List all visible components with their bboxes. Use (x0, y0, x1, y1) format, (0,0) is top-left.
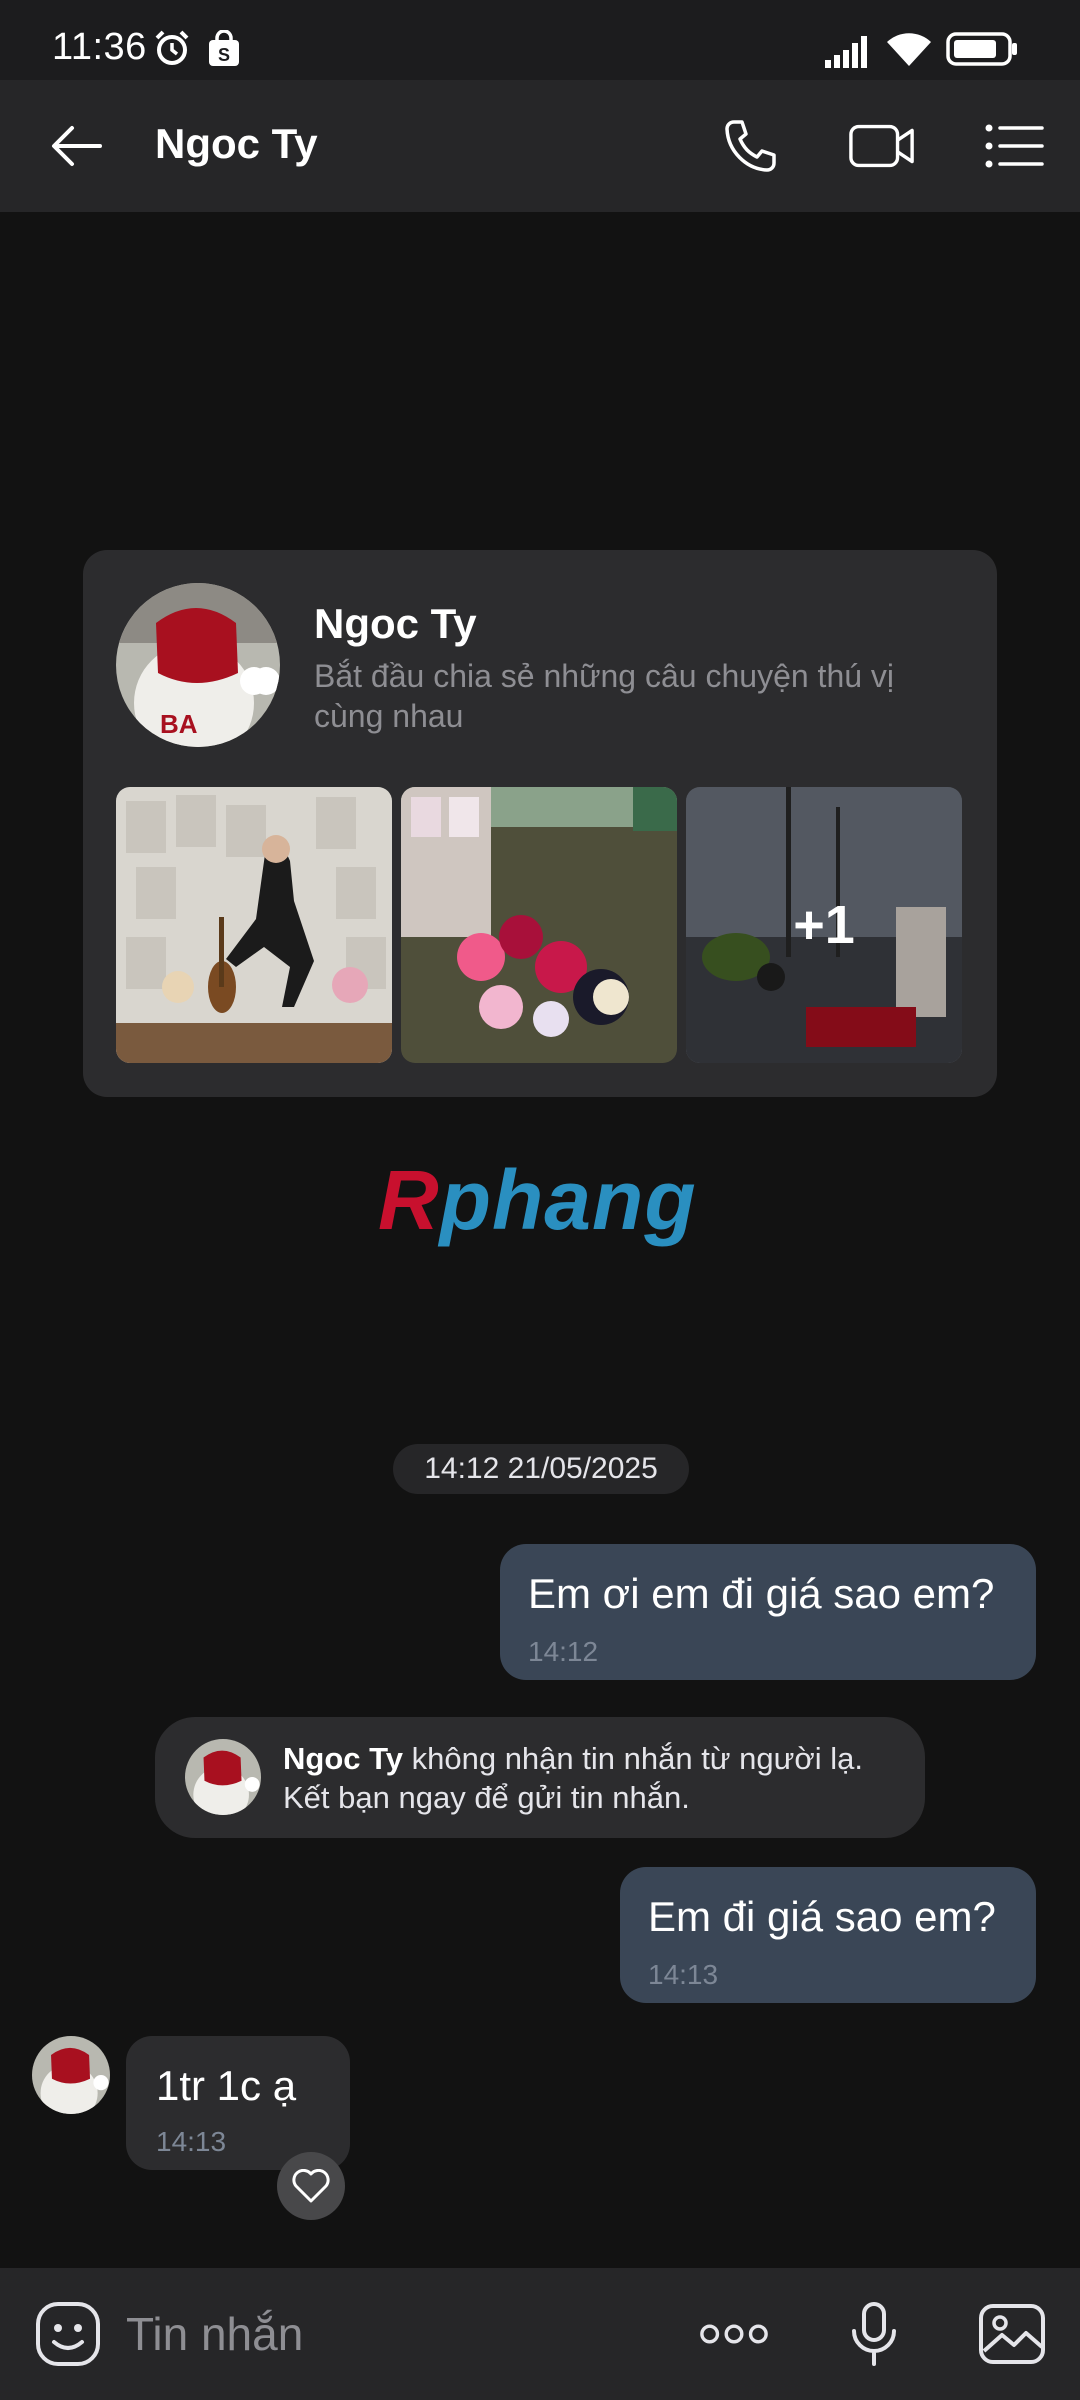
video-call-icon (849, 124, 914, 168)
message-input[interactable] (126, 2302, 646, 2366)
heart-icon (292, 2169, 330, 2203)
wifi-icon (885, 30, 933, 73)
avatar[interactable] (185, 1739, 261, 1815)
signal-icon (825, 34, 875, 73)
message-text: 1tr 1c ạ (156, 2062, 297, 2109)
alarm-icon (152, 28, 192, 73)
call-button[interactable] (716, 112, 784, 180)
gallery-button[interactable] (976, 2298, 1048, 2370)
sticker-icon (36, 2302, 100, 2366)
watermark-first-letter: R (378, 1153, 440, 1247)
status-time: 11:36 (52, 26, 147, 68)
stranger-notice: Ngoc Ty không nhận tin nhắn từ người lạ.… (155, 1717, 925, 1838)
menu-list-icon (985, 124, 1044, 168)
profile-photo-3[interactable]: +1 (686, 787, 962, 1063)
notice-text: Ngoc Ty không nhận tin nhắn từ người lạ.… (283, 1739, 903, 1817)
profile-card[interactable]: BA Ngoc Ty Bắt đầu chia sẻ những câu chu… (83, 550, 997, 1097)
more-button[interactable] (698, 2298, 770, 2370)
back-arrow-icon (52, 126, 102, 166)
battery-icon (946, 32, 1018, 71)
message-time: 14:13 (156, 2126, 227, 2157)
svg-text:BA: BA (160, 709, 198, 739)
profile-photo-2[interactable] (401, 787, 677, 1063)
react-button[interactable] (277, 2152, 345, 2220)
sticker-button[interactable] (32, 2298, 104, 2370)
watermark-rest: phang (439, 1153, 697, 1247)
contact-name[interactable]: Ngoc Ty (155, 120, 318, 168)
profile-subtitle: Bắt đầu chia sẻ những câu chuyện thú vị … (314, 658, 895, 734)
profile-name: Ngoc Ty (314, 600, 477, 647)
message-bubble-outgoing[interactable]: Em ơi em đi giá sao em? 14:12 (500, 1544, 1036, 1680)
video-call-button[interactable] (848, 112, 916, 180)
microphone-icon (852, 2302, 896, 2366)
menu-button[interactable] (980, 112, 1048, 180)
more-dots-icon (700, 2324, 768, 2344)
message-bubble-outgoing[interactable]: Em đi giá sao em? 14:13 (620, 1867, 1036, 2003)
more-photos-count: +1 (686, 787, 962, 1063)
chat-header: Ngoc Ty (0, 80, 1080, 212)
image-icon (979, 2304, 1045, 2364)
message-time: 14:13 (648, 1959, 719, 1990)
avatar[interactable]: BA (116, 583, 280, 747)
message-text: Em đi giá sao em? (648, 1893, 996, 1940)
message-bubble-incoming[interactable]: 1tr 1c ạ 14:13 (126, 2036, 350, 2170)
message-text: Em ơi em đi giá sao em? (528, 1570, 995, 1617)
svg-text:S: S (218, 45, 230, 65)
status-bar: 11:36 S (0, 0, 1080, 80)
voice-button[interactable] (838, 2298, 910, 2370)
phone-icon (725, 120, 776, 172)
back-button[interactable] (42, 112, 110, 180)
message-composer (0, 2268, 1080, 2400)
watermark-logo: Rphang (378, 1152, 697, 1249)
message-time: 14:12 (528, 1636, 599, 1667)
notice-name: Ngoc Ty (283, 1741, 403, 1776)
shopping-bag-icon: S (206, 29, 242, 73)
avatar[interactable] (32, 2036, 110, 2114)
profile-photo-1[interactable] (116, 787, 392, 1063)
date-separator: 14:12 21/05/2025 (393, 1444, 689, 1494)
